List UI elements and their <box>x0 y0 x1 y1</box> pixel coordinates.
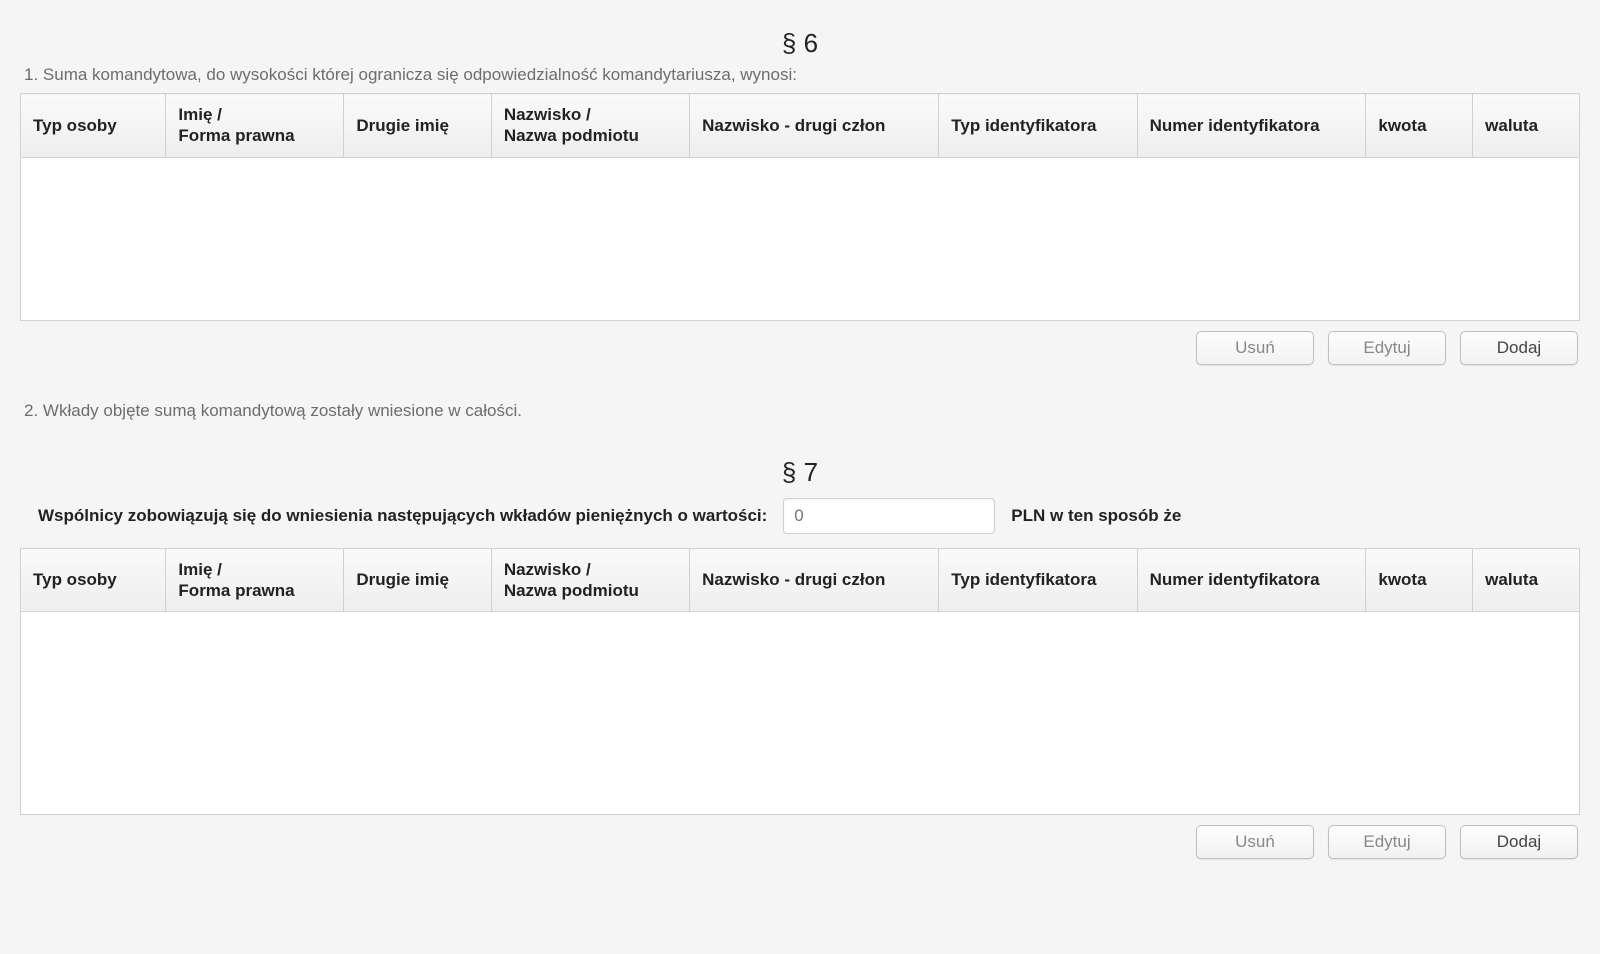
section-6-item1: 1. Suma komandytowa, do wysokości której… <box>24 65 1580 85</box>
col-nazwisko-dc: Nazwisko - drugi człon <box>690 548 939 612</box>
edytuj-button[interactable]: Edytuj <box>1328 825 1446 859</box>
col-typ-osoby: Typ osoby <box>21 94 166 158</box>
section-6-table-body <box>21 157 1580 320</box>
section-7-table: Typ osoby Imię / Forma prawna Drugie imi… <box>20 548 1580 816</box>
col-typ-id: Typ identyfikatora <box>939 548 1137 612</box>
dodaj-button[interactable]: Dodaj <box>1460 825 1578 859</box>
section-7-intro: Wspólnicy zobowiązują się do wniesienia … <box>38 498 1580 534</box>
section-7-buttons: Usuń Edytuj Dodaj <box>20 825 1578 859</box>
wklad-amount-input[interactable] <box>783 498 995 534</box>
col-nazwisko-nazwa: Nazwisko / Nazwa podmiotu <box>491 94 689 158</box>
item1-text: Suma komandytowa, do wysokości której og… <box>43 65 797 84</box>
usun-button[interactable]: Usuń <box>1196 331 1314 365</box>
col-waluta: waluta <box>1473 548 1580 612</box>
col-kwota: kwota <box>1366 94 1473 158</box>
col-typ-id: Typ identyfikatora <box>939 94 1137 158</box>
section-6-buttons: Usuń Edytuj Dodaj <box>20 331 1578 365</box>
section-7-table-body <box>21 612 1580 815</box>
section-6-item2: 2. Wkłady objęte sumą komandytową został… <box>24 401 1580 421</box>
usun-button[interactable]: Usuń <box>1196 825 1314 859</box>
dodaj-button[interactable]: Dodaj <box>1460 331 1578 365</box>
section-7-title: § 7 <box>20 457 1580 488</box>
item2-number: 2. <box>24 401 38 420</box>
col-nazwisko-dc: Nazwisko - drugi człon <box>690 94 939 158</box>
col-waluta: waluta <box>1473 94 1580 158</box>
col-numer-id: Numer identyfikatora <box>1137 548 1366 612</box>
col-kwota: kwota <box>1366 548 1473 612</box>
item2-text: Wkłady objęte sumą komandytową zostały w… <box>43 401 522 420</box>
edytuj-button[interactable]: Edytuj <box>1328 331 1446 365</box>
col-drugie-imie: Drugie imię <box>344 548 491 612</box>
col-imie-forma: Imię / Forma prawna <box>166 94 344 158</box>
item1-number: 1. <box>24 65 38 84</box>
col-drugie-imie: Drugie imię <box>344 94 491 158</box>
intro-label: Wspólnicy zobowiązują się do wniesienia … <box>38 506 767 526</box>
intro-suffix: PLN w ten sposób że <box>1011 506 1181 526</box>
section-6-title: § 6 <box>20 28 1580 59</box>
col-numer-id: Numer identyfikatora <box>1137 94 1366 158</box>
col-imie-forma: Imię / Forma prawna <box>166 548 344 612</box>
section-6-table: Typ osoby Imię / Forma prawna Drugie imi… <box>20 93 1580 321</box>
col-typ-osoby: Typ osoby <box>21 548 166 612</box>
col-nazwisko-nazwa: Nazwisko / Nazwa podmiotu <box>491 548 689 612</box>
